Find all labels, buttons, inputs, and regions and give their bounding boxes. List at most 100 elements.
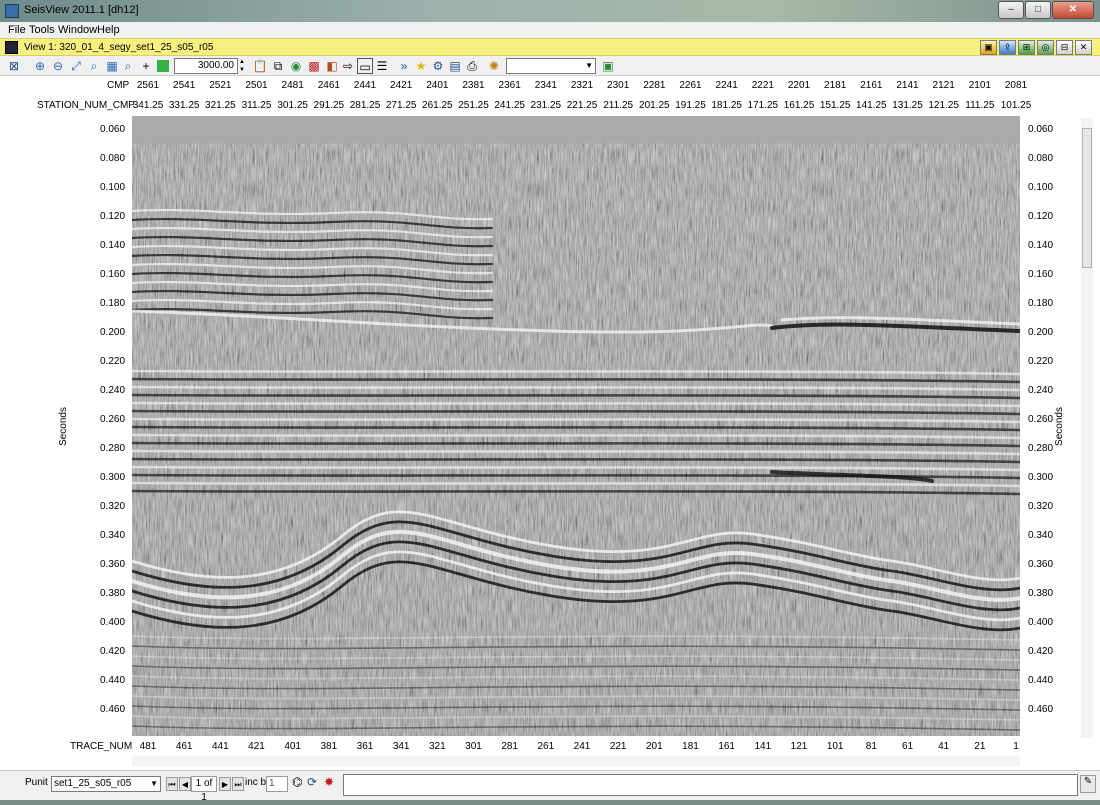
frame-icon[interactable]: ▭ [357, 58, 373, 74]
last-page-button[interactable]: ⏭ [232, 777, 244, 791]
zoom-spinner[interactable]: ▲ ▼ [239, 58, 247, 74]
trace-tick: 481 [139, 741, 157, 752]
cmp-tick: 2421 [390, 80, 413, 91]
list-icon[interactable]: ☰ [374, 58, 390, 74]
time-tick-right: 0.300 [1028, 472, 1054, 483]
menu-help[interactable]: Help [97, 24, 120, 36]
zoom-input[interactable]: 3000.00 [174, 58, 238, 74]
station-tick: 131.25 [892, 100, 923, 111]
settings-doc-icon[interactable]: ⚙ [430, 58, 446, 74]
station-tick: 251.25 [458, 100, 489, 111]
time-tick-right: 0.280 [1028, 443, 1054, 454]
menu-file[interactable]: File [8, 24, 26, 36]
punit-select[interactable]: set1_25_s05_r05 ▼ [51, 776, 161, 792]
station-tick: 191.25 [675, 100, 706, 111]
time-tick-right: 0.060 [1028, 124, 1054, 135]
seismic-section[interactable] [132, 116, 1020, 736]
zoom-full-icon[interactable]: ▦ [104, 58, 120, 74]
maximize-button[interactable]: □ [1025, 1, 1051, 19]
inc-input[interactable]: 1 [266, 776, 288, 792]
copy-icon[interactable]: ⧉ [270, 58, 286, 74]
palette-icon[interactable]: ✺ [486, 58, 502, 74]
crosshair-icon[interactable]: + [138, 58, 154, 74]
print-icon[interactable]: ⎙ [464, 58, 480, 74]
time-tick-right: 0.200 [1028, 327, 1054, 338]
database-icon[interactable]: ▣ [600, 58, 616, 74]
minimize-button[interactable]: – [998, 1, 1024, 19]
time-tick-right: 0.400 [1028, 617, 1054, 628]
bug-icon[interactable]: ✸ [324, 775, 334, 789]
trace-tick: 341 [392, 741, 410, 752]
time-tick-left: 0.260 [100, 414, 126, 425]
cmp-tick: 2361 [498, 80, 521, 91]
cmp-tick: 2121 [932, 80, 955, 91]
zoom-fit-icon[interactable]: ⤢ [68, 58, 84, 74]
clipboard-icon[interactable]: 📋 [252, 58, 268, 74]
cmp-tick: 2321 [570, 80, 594, 91]
chevron-down-icon: ▼ [150, 779, 158, 788]
station-axis: 341.25 331.25 321.25 311.25 301.25 291.25 281.… [0, 100, 1100, 114]
table-icon[interactable]: ▤ [447, 58, 463, 74]
cmp-tick: 2481 [281, 80, 304, 91]
export-icon[interactable]: ⇪ [999, 40, 1016, 55]
next-page-button[interactable]: ▶ [219, 777, 231, 791]
trace-tick: 141 [754, 741, 772, 752]
station-tick: 241.25 [494, 100, 525, 111]
layer-icon[interactable]: ▣ [980, 40, 997, 55]
close-button[interactable]: ✕ [1052, 1, 1094, 19]
time-tick-left: 0.340 [100, 530, 126, 541]
cmp-tick: 2281 [643, 80, 666, 91]
export-doc-icon[interactable]: ⇨ [340, 58, 356, 74]
refresh-icon[interactable]: ⟳ [307, 775, 317, 789]
tile-icon[interactable]: ⊟ [1056, 40, 1073, 55]
vertical-scrollbar[interactable] [1081, 118, 1093, 738]
zoom-reset-icon[interactable]: ⌕ [120, 58, 136, 74]
menu-tools[interactable]: Tools [29, 24, 55, 36]
view-icon [5, 41, 18, 54]
grid-icon[interactable]: ⊞ [1018, 40, 1035, 55]
layers-icon[interactable]: ◉ [288, 58, 304, 74]
pin-icon[interactable]: ⊠ [6, 58, 22, 74]
station-tick: 321.25 [205, 100, 236, 111]
time-tick-right: 0.440 [1028, 675, 1054, 686]
trace-tick: 441 [211, 741, 229, 752]
station-tick: 281.25 [349, 100, 381, 111]
horizontal-scrollbar[interactable] [132, 756, 1020, 766]
cmp-tick: 2521 [209, 80, 232, 91]
map-icon[interactable]: ◎ [1037, 40, 1054, 55]
time-tick-left: 0.240 [100, 385, 126, 396]
cmp-tick: 2241 [715, 80, 738, 91]
close-view-icon[interactable]: ✕ [1075, 40, 1092, 55]
color-square-icon[interactable] [157, 60, 169, 72]
command-input[interactable] [343, 774, 1078, 796]
punit-label: Punit [25, 777, 48, 788]
star-icon[interactable]: ★ [413, 58, 429, 74]
window-title: SeisView 2011.1 [dh12] [24, 4, 139, 16]
vertical-scroll-thumb[interactable] [1082, 128, 1092, 268]
time-tick-right: 0.360 [1028, 559, 1054, 570]
window-controls: – □ ✕ [998, 1, 1094, 19]
binoculars-icon[interactable]: ⌬ [292, 775, 302, 789]
trace-tick: 281 [501, 741, 518, 752]
station-tick: 161.25 [783, 100, 815, 111]
zoom-area-icon[interactable]: ⌕ [86, 58, 102, 74]
cmp-tick: 2341 [534, 80, 557, 91]
zoom-in-icon[interactable]: ⊕ [32, 58, 48, 74]
menu-window[interactable]: Window [58, 24, 97, 36]
forward-icon[interactable]: » [396, 58, 412, 74]
seismic-view: CMP 2561 2541 2521 2501 2481 2461 2441 2421 2401… [0, 76, 1100, 770]
time-tick-left: 0.440 [100, 675, 126, 686]
station-tick: 261.25 [422, 100, 453, 111]
plot-icon[interactable]: ▩ [306, 58, 322, 74]
edit-icon[interactable]: ✎ [1080, 775, 1096, 793]
time-tick-left: 0.380 [100, 588, 126, 599]
cmp-tick: 2441 [353, 80, 377, 91]
cmp-tick: 2501 [245, 80, 268, 91]
prev-page-button[interactable]: ◀ [179, 777, 191, 791]
first-page-button[interactable]: ⏮ [166, 777, 178, 791]
time-tick-left: 0.140 [100, 240, 126, 251]
display-combo[interactable]: ▼ [506, 58, 596, 74]
zoom-out-icon[interactable]: ⊖ [50, 58, 66, 74]
cube-icon[interactable]: ◧ [324, 58, 340, 74]
trace-tick: 61 [901, 741, 914, 752]
